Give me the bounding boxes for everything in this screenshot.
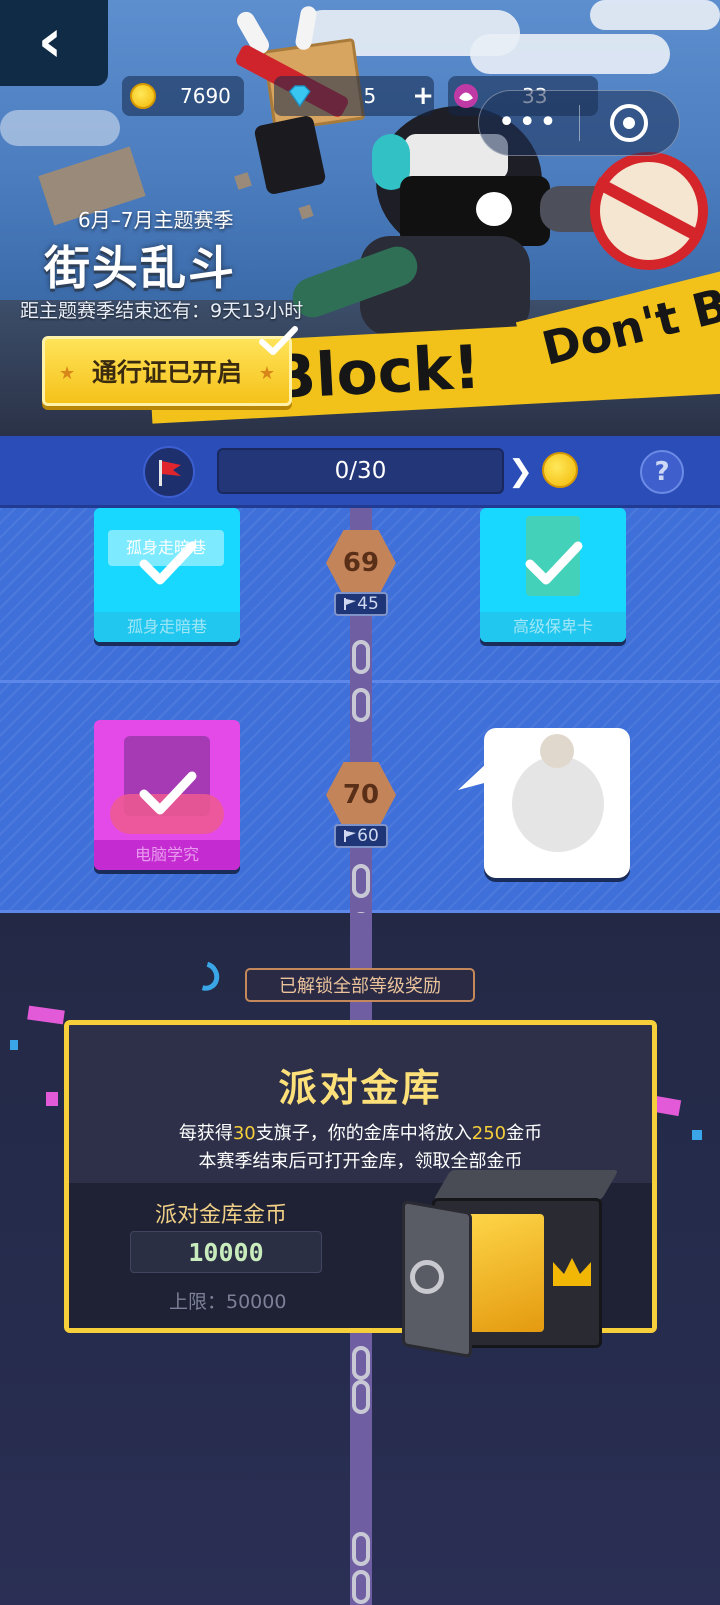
target-icon (610, 104, 649, 142)
cloud (0, 110, 120, 146)
reward-card-left[interactable]: 孤身走暗巷 孤身走暗巷 (94, 508, 240, 642)
close-mini-program-button[interactable] (580, 104, 680, 142)
chain-link (352, 1570, 370, 1604)
vault-safe-icon (402, 1170, 619, 1360)
character-legs (253, 114, 327, 196)
speech-bubble-tail (458, 762, 488, 790)
season-title: 街头乱斗 (44, 241, 236, 295)
level-progress-bar: 0/30 ❯ (0, 436, 720, 508)
chain-link (352, 1346, 370, 1380)
chain-link (352, 864, 370, 898)
chain-link (352, 688, 370, 722)
back-button[interactable]: ‹ (0, 0, 108, 86)
battle-pass-label: 通行证已开启 (91, 358, 242, 387)
season-banner: Block! Don't B 6月–7月主题赛季 街头乱斗 距主题赛季结束还有：… (0, 0, 720, 436)
rubble (298, 204, 314, 220)
check-icon (139, 771, 197, 815)
confetti (10, 1040, 18, 1050)
flag-progress: 0/30 (217, 448, 504, 494)
chain-link (352, 1532, 370, 1566)
help-button[interactable]: ? (640, 450, 684, 494)
reward-name: 高级保卑卡 (480, 612, 626, 642)
chevron-right-icon: ❯ (508, 454, 534, 489)
flag-count: 45 (357, 594, 379, 614)
flag-icon (344, 598, 357, 610)
confetti (46, 1092, 58, 1106)
vault-limit: 上限：50000 (169, 1291, 287, 1313)
battle-pass-button[interactable]: ★ 通行证已开启 ★ (42, 336, 292, 406)
sheep-avatar-image (512, 756, 604, 852)
check-icon (139, 541, 197, 585)
star-icon: ★ (258, 363, 275, 384)
lotus-icon (454, 84, 478, 108)
diamond-value: 5 (363, 84, 377, 108)
flag-requirement: 60 (334, 824, 388, 848)
vault-description-line1: 每获得30支旗子，你的金库中将放入250金币 (178, 1123, 543, 1144)
crown-icon (553, 1258, 591, 1286)
star-icon: ★ (59, 363, 76, 384)
ice-cream-topping (540, 734, 574, 768)
vault-title: 派对金库 (278, 1066, 443, 1110)
vault-coins-value: 10000 (130, 1231, 322, 1273)
reward-card-right[interactable]: 高级保卑卡 (480, 508, 626, 642)
check-icon (259, 326, 298, 355)
chain-link (352, 1380, 370, 1414)
skull-icon (476, 192, 512, 226)
more-dots-icon[interactable]: ••• (479, 108, 579, 138)
all-rewards-unlocked-badge: 已解锁全部等级奖励 (245, 968, 475, 1002)
add-diamond-button[interactable]: + (412, 81, 434, 111)
coin-icon (542, 452, 578, 488)
flag-icon (344, 830, 357, 842)
coin-value: 7690 (180, 84, 231, 108)
chain-link (352, 640, 370, 674)
reward-card-left[interactable]: 电脑学究 (94, 720, 240, 870)
reward-card-right[interactable] (484, 728, 630, 878)
rubble (234, 172, 252, 190)
flag-requirement: 45 (334, 592, 388, 616)
vault-coins-label: 派对金库金币 (155, 1203, 288, 1228)
reward-name: 孤身走暗巷 (94, 612, 240, 642)
flag-count: 60 (357, 826, 379, 846)
coin-icon (130, 83, 156, 109)
diamond-balance: 5 + (274, 76, 434, 116)
confetti (692, 1130, 702, 1140)
flag-icon (143, 446, 195, 498)
reward-name: 电脑学究 (94, 840, 240, 870)
check-icon (525, 541, 583, 585)
mini-program-capsule: ••• (478, 90, 680, 156)
season-countdown: 距主题赛季结束还有：9天13小时 (20, 300, 304, 322)
season-subtitle: 6月–7月主题赛季 (78, 208, 234, 232)
cloud (470, 34, 670, 74)
tape-text: Block! (268, 332, 483, 414)
cloud (590, 0, 720, 30)
chevron-left-icon: ‹ (37, 6, 63, 76)
diamond-icon (288, 85, 311, 108)
coin-balance: 7690 (122, 76, 244, 116)
